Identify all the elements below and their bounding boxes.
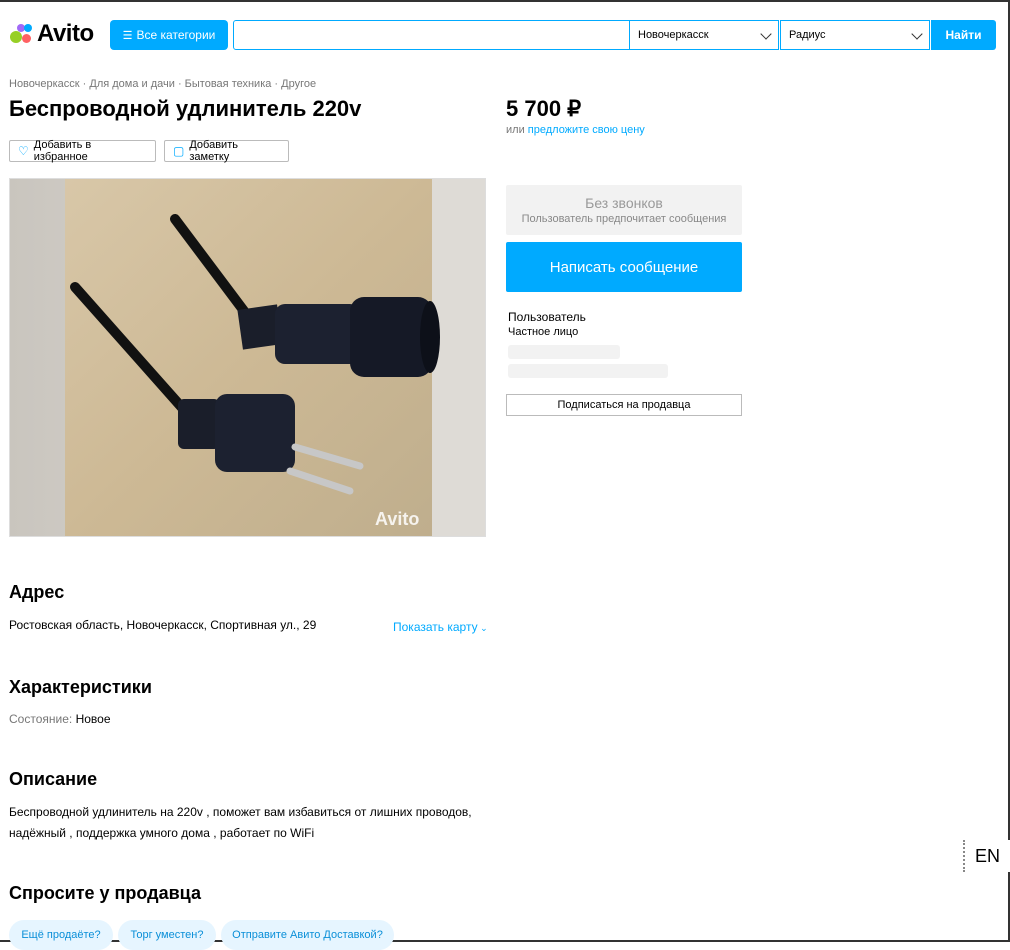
- search-input[interactable]: [233, 20, 640, 50]
- seller-type: Частное лицо: [508, 326, 579, 338]
- language-switch[interactable]: EN: [963, 840, 1010, 872]
- radius-select[interactable]: Радиус: [780, 20, 930, 50]
- spec-row: Состояние: Новое: [9, 712, 111, 726]
- offer-price-row: или предложите свою цену: [506, 124, 645, 136]
- address-value: Ростовская область, Новочеркасск, Спорти…: [9, 618, 317, 632]
- loading-placeholder: [508, 345, 620, 359]
- logo-dots-icon: [9, 21, 35, 47]
- quick-question-chip[interactable]: Отправите Авито Доставкой?: [221, 920, 394, 950]
- address-heading: Адрес: [9, 582, 65, 602]
- add-to-favorites-label: Добавить в избранное: [33, 139, 92, 163]
- write-message-button[interactable]: Написать сообщение: [506, 242, 742, 292]
- description-text: Беспроводной удлинитель на 220v , поможе…: [9, 802, 472, 844]
- note-icon: ▢: [173, 144, 185, 158]
- quick-question-chip[interactable]: Ещё продаёте?: [9, 920, 113, 950]
- spec-label: Состояние:: [9, 712, 73, 726]
- chevron-down-icon: [760, 28, 772, 40]
- all-categories-button[interactable]: ☰ Все категории: [110, 20, 228, 50]
- offer-price-link[interactable]: предложите свою цену: [528, 124, 645, 136]
- show-map-label: Показать карту: [393, 620, 478, 634]
- no-calls-subtitle: Пользователь предпочитает сообщения: [521, 213, 727, 225]
- heart-icon: ♡: [18, 144, 29, 158]
- show-map-link[interactable]: Показать карту ⌄: [393, 620, 488, 634]
- no-calls-notice: Без звонков Пользователь предпочитает со…: [506, 185, 742, 235]
- window-border-top: [0, 0, 1010, 2]
- page-title: Беспроводной удлинитель 220v: [9, 96, 362, 121]
- description-line: Беспроводной удлинитель на 220v , поможе…: [9, 805, 472, 819]
- breadcrumb[interactable]: Новочеркасск · Для дома и дачи · Бытовая…: [9, 78, 316, 90]
- add-to-favorites-button[interactable]: ♡ Добавить в избранное: [9, 139, 156, 163]
- logo-text: Avito: [37, 20, 94, 47]
- add-note-button[interactable]: ▢ Добавить заметку: [164, 139, 289, 163]
- chevron-down-icon: [911, 28, 923, 40]
- offer-prefix: или: [506, 124, 525, 136]
- photo-watermark: Avito: [375, 509, 419, 529]
- description-heading: Описание: [9, 769, 98, 789]
- avito-logo[interactable]: Avito: [9, 20, 94, 48]
- product-photo[interactable]: Avito: [9, 178, 486, 537]
- no-calls-title: Без звонков: [585, 195, 663, 211]
- subscribe-seller-button[interactable]: Подписаться на продавца: [506, 394, 742, 416]
- menu-search-icon: ☰: [122, 29, 133, 42]
- seller-name[interactable]: Пользователь: [508, 310, 586, 324]
- item-price: 5 700 ₽: [506, 96, 582, 121]
- chevron-down-icon: ⌄: [477, 623, 488, 633]
- add-note-label: Добавить заметку: [189, 139, 238, 163]
- city-select-value: Новочеркасск: [638, 29, 709, 41]
- quick-question-chip[interactable]: Торг уместен?: [118, 920, 216, 950]
- all-categories-label: Все категории: [136, 28, 216, 42]
- specs-heading: Характеристики: [9, 677, 152, 697]
- spec-value: Новое: [75, 712, 111, 726]
- radius-select-value: Радиус: [789, 29, 826, 41]
- city-select[interactable]: Новочеркасск: [629, 20, 779, 50]
- loading-placeholder: [508, 364, 668, 378]
- find-button[interactable]: Найти: [931, 20, 996, 50]
- description-line: надёжный , поддержка умного дома , работ…: [9, 826, 315, 840]
- product-image: Avito: [10, 179, 485, 536]
- ask-seller-heading: Спросите у продавца: [9, 883, 201, 903]
